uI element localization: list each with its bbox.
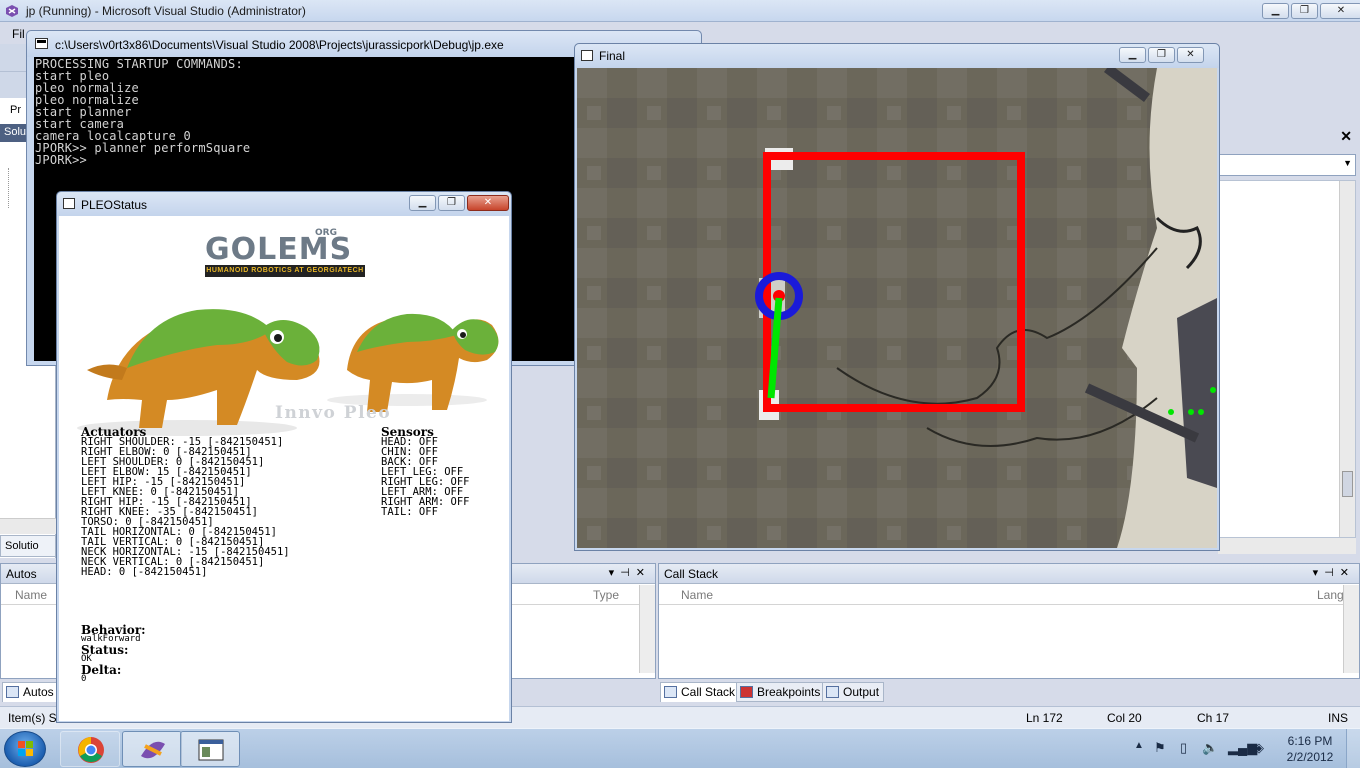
- autos-title: Autos: [6, 567, 37, 581]
- solution-tree[interactable]: [8, 168, 22, 208]
- pleo-status-content: GOLEMS ORG HUMANOID ROBOTICS AT GEORGIAT…: [59, 216, 509, 721]
- vertical-scrollbar[interactable]: [1339, 181, 1355, 537]
- status-message: Item(s) S: [8, 711, 57, 725]
- chrome-icon: [78, 737, 104, 763]
- final-camera-window: Final ▁ ❐ ✕: [574, 43, 1220, 551]
- scrollbar-thumb[interactable]: [1342, 471, 1353, 497]
- left-pane-label: Pr: [10, 104, 21, 116]
- camera-view[interactable]: [577, 68, 1217, 548]
- clock-time: 6:16 PM: [1287, 734, 1333, 748]
- pleo-status-window: PLEOStatus ▁ ❐ ✕ GOLEMS ORG HUMANOID ROB…: [56, 191, 512, 723]
- code-editor[interactable]: [1218, 180, 1356, 538]
- pleo-window-controls: ▁ ❐ ✕: [409, 195, 509, 211]
- column-language[interactable]: Lang: [1317, 588, 1344, 602]
- chevron-down-icon: ▼: [1343, 158, 1352, 168]
- line-number: Ln 172: [1026, 711, 1063, 725]
- console-text: PROCESSING STARTUP COMMANDS: start pleo …: [35, 57, 251, 167]
- vertical-scrollbar[interactable]: [1343, 585, 1359, 673]
- autos-icon: [6, 686, 19, 698]
- column-name[interactable]: Name: [681, 588, 713, 602]
- tab-label: Breakpoints: [757, 685, 821, 699]
- column-name[interactable]: Name: [15, 588, 47, 602]
- window-icon: [581, 50, 593, 61]
- panel-controls[interactable]: ▾⊣✕: [1313, 566, 1355, 579]
- call-stack-header: Call Stack ▾⊣✕: [659, 564, 1359, 584]
- vs-titlebar: jp (Running) - Microsoft Visual Studio (…: [0, 0, 1360, 22]
- menu-file[interactable]: Fil: [12, 27, 25, 41]
- column-type[interactable]: Type: [593, 588, 619, 602]
- golems-logo-org: ORG: [315, 228, 337, 238]
- call-stack-icon: [664, 686, 677, 698]
- char-number: Ch 17: [1197, 711, 1230, 725]
- panel-controls[interactable]: ▾⊣✕: [609, 566, 651, 579]
- member-dropdown[interactable]: ▼: [1218, 154, 1356, 176]
- taskbar-app-window[interactable]: [180, 731, 240, 767]
- minimize-button[interactable]: ▁: [1119, 47, 1146, 63]
- close-button[interactable]: ✕: [1177, 47, 1204, 63]
- tab-label: Call Stack: [681, 685, 736, 699]
- final-window-controls: ▁ ❐ ✕: [1119, 47, 1204, 63]
- console-title: c:\Users\v0rt3x86\Documents\Visual Studi…: [55, 38, 504, 52]
- horizontal-scrollbar[interactable]: [0, 518, 56, 534]
- actuators-list: RIGHT SHOULDER: -15 [-842150451] RIGHT E…: [81, 436, 290, 578]
- console-icon: [35, 38, 48, 49]
- call-stack-columns: Name Lang: [659, 585, 1359, 605]
- breakpoints-icon: [740, 686, 753, 698]
- window-icon: [63, 198, 75, 209]
- volume-icon[interactable]: 🔈: [1202, 740, 1218, 756]
- tab-breakpoints[interactable]: Breakpoints: [736, 682, 826, 702]
- restore-button[interactable]: ❐: [1291, 3, 1318, 19]
- call-stack-panel: Call Stack ▾⊣✕ Name Lang: [658, 563, 1360, 679]
- tab-label: Output: [843, 685, 880, 699]
- windows-taskbar: ▲ ⚑ ▯ 🔈 ▂▄▆ ◈ 6:16 PM 2/2/2012: [0, 728, 1360, 768]
- visual-studio-icon: [141, 741, 165, 759]
- tab-autos[interactable]: Autos: [2, 682, 59, 702]
- taskbar-chrome[interactable]: [60, 731, 120, 767]
- vs-window-controls: ▁ ❐ ✕: [1262, 3, 1360, 19]
- final-titlebar: Final ▁ ❐ ✕: [575, 44, 1219, 68]
- tab-call-stack[interactable]: Call Stack: [660, 682, 741, 702]
- vs-window-title: jp (Running) - Microsoft Visual Studio (…: [26, 4, 306, 18]
- tab-label: Autos: [23, 685, 54, 699]
- tray-expand-icon[interactable]: ▲: [1134, 740, 1144, 751]
- show-desktop-button[interactable]: [1346, 729, 1360, 768]
- close-button[interactable]: ✕: [1320, 3, 1360, 19]
- delta-heading: Delta:: [81, 663, 122, 677]
- visual-studio-icon: [6, 5, 18, 17]
- network-icon[interactable]: ▂▄▆: [1228, 740, 1257, 756]
- taskbar-clock[interactable]: 6:16 PM 2/2/2012: [1278, 733, 1342, 765]
- horizontal-scrollbar[interactable]: [1218, 538, 1356, 554]
- solution-explorer-tab[interactable]: Solutio: [0, 535, 56, 557]
- camera-frame: [577, 68, 1217, 548]
- pleo-titlebar: PLEOStatus ▁ ❐ ✕: [57, 192, 511, 216]
- taskbar-visual-studio[interactable]: [122, 731, 182, 767]
- restore-button[interactable]: ❐: [438, 195, 465, 211]
- flag-icon[interactable]: ⚑: [1154, 740, 1166, 756]
- insert-mode: INS: [1328, 711, 1349, 725]
- call-stack-title: Call Stack: [664, 567, 719, 581]
- windows-logo-icon: [18, 741, 33, 756]
- tab-output[interactable]: Output: [822, 682, 885, 702]
- innvo-pleo-watermark: Innvo Pleo: [275, 403, 392, 423]
- column-number: Col 20: [1107, 711, 1142, 725]
- pleo-title: PLEOStatus: [81, 198, 148, 212]
- restore-button[interactable]: ❐: [1148, 47, 1175, 63]
- output-icon: [826, 686, 839, 698]
- close-icon[interactable]: ✕: [1340, 128, 1352, 145]
- clock-date: 2/2/2012: [1286, 750, 1334, 764]
- minimize-button[interactable]: ▁: [1262, 3, 1289, 19]
- sensors-list: HEAD: OFF CHIN: OFF BACK: OFF LEFT LEG: …: [381, 436, 470, 518]
- vertical-scrollbar[interactable]: [639, 585, 655, 673]
- delta-value: 0: [81, 674, 87, 684]
- minimize-button[interactable]: ▁: [409, 195, 436, 211]
- security-icon[interactable]: ◈: [1254, 740, 1264, 756]
- app-window-icon: [198, 739, 224, 761]
- battery-icon[interactable]: ▯: [1180, 740, 1187, 756]
- close-button[interactable]: ✕: [467, 195, 509, 211]
- code-editor-pane: ✕ ▼: [1218, 128, 1360, 558]
- start-button[interactable]: [4, 731, 46, 767]
- final-title: Final: [599, 49, 626, 63]
